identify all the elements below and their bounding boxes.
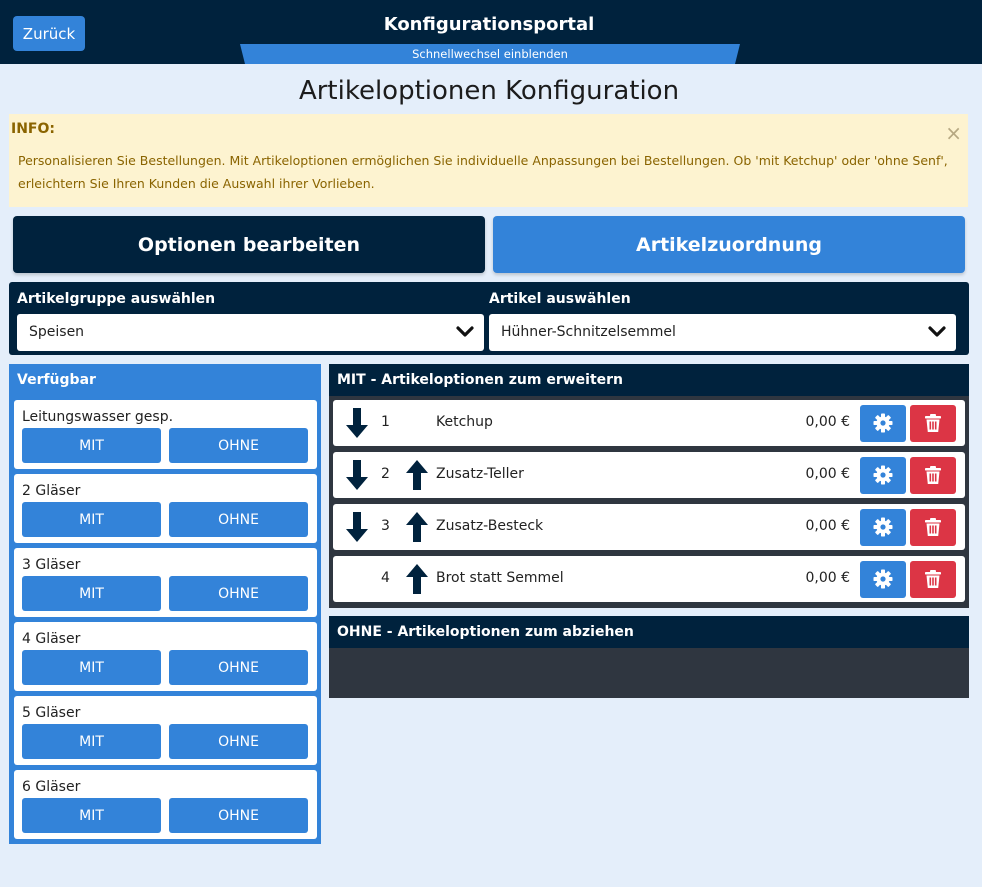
available-item-name: 3 Gläser	[22, 557, 81, 573]
trash-icon	[925, 414, 941, 432]
mit-options-panel: MIT - Artikeloptionen zum erweitern 1 Ke…	[329, 364, 969, 608]
add-mit-button[interactable]: MIT	[22, 576, 161, 611]
option-position: 1	[381, 414, 390, 430]
add-mit-button[interactable]: MIT	[22, 650, 161, 685]
option-row: 2 Zusatz-Teller 0,00 €	[333, 452, 965, 498]
available-item: 2 Gläser MIT OHNE	[14, 474, 317, 543]
option-name: Zusatz-Teller	[436, 466, 524, 482]
available-item: 5 Gläser MIT OHNE	[14, 696, 317, 765]
option-price: 0,00 €	[805, 518, 850, 534]
arrow-down-icon[interactable]	[345, 511, 369, 543]
option-row: 3 Zusatz-Besteck 0,00 €	[333, 504, 965, 550]
arrow-up-icon[interactable]	[405, 511, 429, 543]
ohne-options-panel: OHNE - Artikeloptionen zum abziehen	[329, 616, 969, 698]
add-mit-button[interactable]: MIT	[22, 502, 161, 537]
chevron-down-icon	[928, 326, 946, 337]
article-select-value: Hühner-Schnitzelsemmel	[501, 324, 676, 340]
available-item-name: 6 Gläser	[22, 779, 81, 795]
option-row: 4 Brot statt Semmel 0,00 €	[333, 556, 965, 602]
option-settings-button[interactable]	[860, 405, 906, 442]
add-ohne-button[interactable]: OHNE	[169, 798, 308, 833]
gear-icon	[873, 569, 893, 589]
tab-edit-options[interactable]: Optionen bearbeiten	[13, 216, 485, 273]
info-box: INFO: × Personalisieren Sie Bestellungen…	[9, 114, 968, 207]
info-text: Personalisieren Sie Bestellungen. Mit Ar…	[18, 153, 948, 191]
add-ohne-button[interactable]: OHNE	[169, 576, 308, 611]
available-item-name: 5 Gläser	[22, 705, 81, 721]
group-select-value: Speisen	[29, 324, 85, 340]
info-label: INFO:	[11, 121, 55, 137]
option-delete-button[interactable]	[910, 561, 956, 598]
ohne-panel-title: OHNE - Artikeloptionen zum abziehen	[329, 616, 969, 648]
mit-panel-title: MIT - Artikeloptionen zum erweitern	[329, 364, 969, 396]
option-position: 3	[381, 518, 390, 534]
option-position: 4	[381, 570, 390, 586]
chevron-down-icon	[456, 326, 474, 337]
gear-icon	[873, 465, 893, 485]
option-delete-button[interactable]	[910, 457, 956, 494]
option-price: 0,00 €	[805, 414, 850, 430]
option-position: 2	[381, 466, 390, 482]
option-row: 1 Ketchup 0,00 €	[333, 400, 965, 446]
option-name: Brot statt Semmel	[436, 570, 564, 586]
trash-icon	[925, 518, 941, 536]
portal-title: Konfigurationsportal	[383, 14, 595, 35]
tab-article-assignment[interactable]: Artikelzuordnung	[493, 216, 965, 273]
add-ohne-button[interactable]: OHNE	[169, 428, 308, 463]
close-icon[interactable]: ×	[945, 123, 962, 143]
available-title: Verfügbar	[17, 372, 96, 388]
option-delete-button[interactable]	[910, 509, 956, 546]
available-item-name: 4 Gläser	[22, 631, 81, 647]
top-bar: Zurück Konfigurationsportal Schnellwechs…	[0, 0, 982, 64]
add-mit-button[interactable]: MIT	[22, 798, 161, 833]
trash-icon	[925, 570, 941, 588]
available-panel: Verfügbar Leitungswasser gesp. MIT OHNE …	[9, 364, 321, 844]
arrow-down-icon[interactable]	[345, 407, 369, 439]
arrow-up-icon[interactable]	[405, 563, 429, 595]
available-item-name: 2 Gläser	[22, 483, 81, 499]
add-ohne-button[interactable]: OHNE	[169, 650, 308, 685]
quick-switch-tab[interactable]: Schnellwechsel einblenden	[240, 44, 740, 64]
arrow-up-icon[interactable]	[405, 459, 429, 491]
add-ohne-button[interactable]: OHNE	[169, 724, 308, 759]
filter-bar: Artikelgruppe auswählen Speisen Artikel …	[9, 282, 969, 355]
option-delete-button[interactable]	[910, 405, 956, 442]
page-title: Artikeloptionen Konfiguration	[298, 76, 680, 106]
add-mit-button[interactable]: MIT	[22, 428, 161, 463]
trash-icon	[925, 466, 941, 484]
option-name: Ketchup	[436, 414, 493, 430]
available-item: 3 Gläser MIT OHNE	[14, 548, 317, 617]
group-select[interactable]: Speisen	[17, 314, 484, 351]
gear-icon	[873, 517, 893, 537]
available-item: 6 Gläser MIT OHNE	[14, 770, 317, 839]
group-select-label: Artikelgruppe auswählen	[17, 291, 216, 307]
available-item: 4 Gläser MIT OHNE	[14, 622, 317, 691]
article-select-label: Artikel auswählen	[489, 291, 631, 307]
available-item: Leitungswasser gesp. MIT OHNE	[14, 400, 317, 469]
gear-icon	[873, 413, 893, 433]
article-select[interactable]: Hühner-Schnitzelsemmel	[489, 314, 956, 351]
option-settings-button[interactable]	[860, 457, 906, 494]
option-settings-button[interactable]	[860, 509, 906, 546]
arrow-down-icon[interactable]	[345, 459, 369, 491]
add-ohne-button[interactable]: OHNE	[169, 502, 308, 537]
option-price: 0,00 €	[805, 466, 850, 482]
option-price: 0,00 €	[805, 570, 850, 586]
available-item-name: Leitungswasser gesp.	[22, 409, 174, 425]
option-name: Zusatz-Besteck	[436, 518, 544, 534]
option-settings-button[interactable]	[860, 561, 906, 598]
add-mit-button[interactable]: MIT	[22, 724, 161, 759]
